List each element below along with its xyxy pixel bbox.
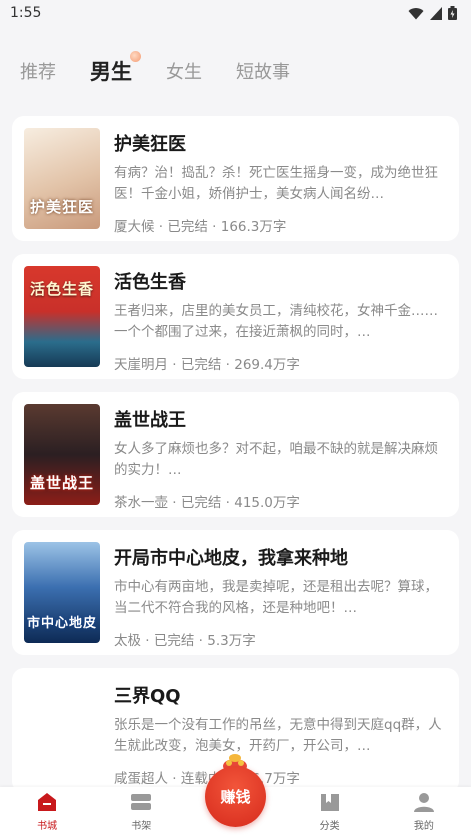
- wifi-icon: [408, 7, 424, 20]
- profile-icon: [413, 793, 434, 812]
- cover-title: 活色生香: [29, 280, 94, 298]
- tab-female[interactable]: 女生: [166, 58, 202, 84]
- signal-icon: [430, 6, 442, 20]
- category-tabs: 推荐 男生 女生 短故事: [0, 26, 471, 116]
- book-list: 护美狂医 护美狂医 有病？治！捣乱？杀！死亡医生摇身一变，成为绝世狂医！千金小姐…: [0, 116, 471, 793]
- nav-bookstore[interactable]: 书城: [12, 791, 82, 832]
- book-cover: 盖世战王: [24, 404, 100, 505]
- cover-title: 盖世战王: [29, 474, 94, 492]
- tab-label: 推荐: [20, 62, 56, 83]
- tab-label: 短故事: [236, 62, 290, 83]
- nav-profile[interactable]: 我的: [389, 791, 459, 832]
- tab-short-story[interactable]: 短故事: [236, 58, 290, 84]
- status-icons: [408, 6, 457, 20]
- book-title: 开局市中心地皮，我拿来种地: [114, 548, 348, 569]
- nav-bookshelf[interactable]: 书架: [106, 791, 176, 832]
- book-meta: 茶水一壶 · 已完结 · 415.0万字: [114, 495, 300, 511]
- tab-recommend[interactable]: 推荐: [20, 58, 56, 84]
- tab-male[interactable]: 男生: [90, 51, 141, 86]
- book-description: 女人多了麻烦也多？对不起，咱最不缺的就是解决麻烦的实力！…: [114, 441, 438, 478]
- category-icon: [320, 794, 339, 811]
- book-meta: 厦大候 · 已完结 · 166.3万字: [114, 219, 287, 235]
- book-title: 盖世战王: [114, 410, 186, 431]
- status-time: 1:55: [10, 5, 42, 21]
- bookshelf-icon: [131, 794, 152, 810]
- book-description: 市中心有两亩地，我是卖掉呢，还是租出去呢？算球，当二代不符合我的风格，还是种地吧…: [114, 579, 438, 616]
- book-meta: 太极 · 已完结 · 5.3万字: [114, 633, 256, 649]
- status-bar: 1:55: [0, 0, 471, 26]
- nav-category[interactable]: 分类: [295, 791, 365, 832]
- book-title: 护美狂医: [114, 134, 186, 155]
- nav-label: 书城: [37, 821, 58, 832]
- battery-icon: [448, 6, 457, 20]
- tab-label: 男生: [90, 60, 132, 84]
- book-card[interactable]: 护美狂医 护美狂医 有病？治！捣乱？杀！死亡医生摇身一变，成为绝世狂医！千金小姐…: [12, 116, 459, 241]
- book-title: 三界QQ: [114, 686, 181, 707]
- book-title: 活色生香: [114, 272, 186, 293]
- nav-label: 书架: [131, 821, 152, 832]
- nav-label: 分类: [319, 821, 340, 832]
- book-cover: 活色生香: [24, 266, 100, 367]
- book-card[interactable]: 市中心地皮 开局市中心地皮，我拿来种地 市中心有两亩地，我是卖掉呢，还是租出去呢…: [12, 530, 459, 655]
- cover-title: 市中心地皮: [26, 616, 97, 631]
- book-cover: 护美狂医: [24, 128, 100, 229]
- tab-label: 女生: [166, 62, 202, 83]
- book-cover: [24, 680, 100, 781]
- book-card[interactable]: 活色生香 活色生香 王者归来，店里的美女员工，清纯校花，女神千金……一个个都围了…: [12, 254, 459, 379]
- book-meta: 天崖明月 · 已完结 · 269.4万字: [114, 357, 300, 373]
- book-card[interactable]: 盖世战王 盖世战王 女人多了麻烦也多？对不起，咱最不缺的就是解决麻烦的实力！… …: [12, 392, 459, 517]
- nav-label: 我的: [413, 821, 434, 832]
- earn-label: 赚钱: [220, 788, 251, 806]
- book-meta: 咸蛋超人 · 连载中 · 196.7万字: [114, 771, 300, 787]
- book-description: 张乐是一个没有工作的吊丝，无意中得到天庭qq群，人生就此改变，泡美女，开药厂，开…: [114, 717, 442, 754]
- cover-title: 护美狂医: [29, 198, 94, 216]
- book-description: 有病？治！捣乱？杀！死亡医生摇身一变，成为绝世狂医！千金小姐，娇俏护士，美女病人…: [114, 165, 438, 202]
- book-description: 王者归来，店里的美女员工，清纯校花，女神千金……一个个都围了过来，在接近萧枫的同…: [114, 303, 438, 340]
- earn-money-button[interactable]: 赚钱: [205, 766, 266, 827]
- home-icon: [38, 793, 57, 811]
- new-dot-indicator: [130, 51, 141, 62]
- book-cover: 市中心地皮: [24, 542, 100, 643]
